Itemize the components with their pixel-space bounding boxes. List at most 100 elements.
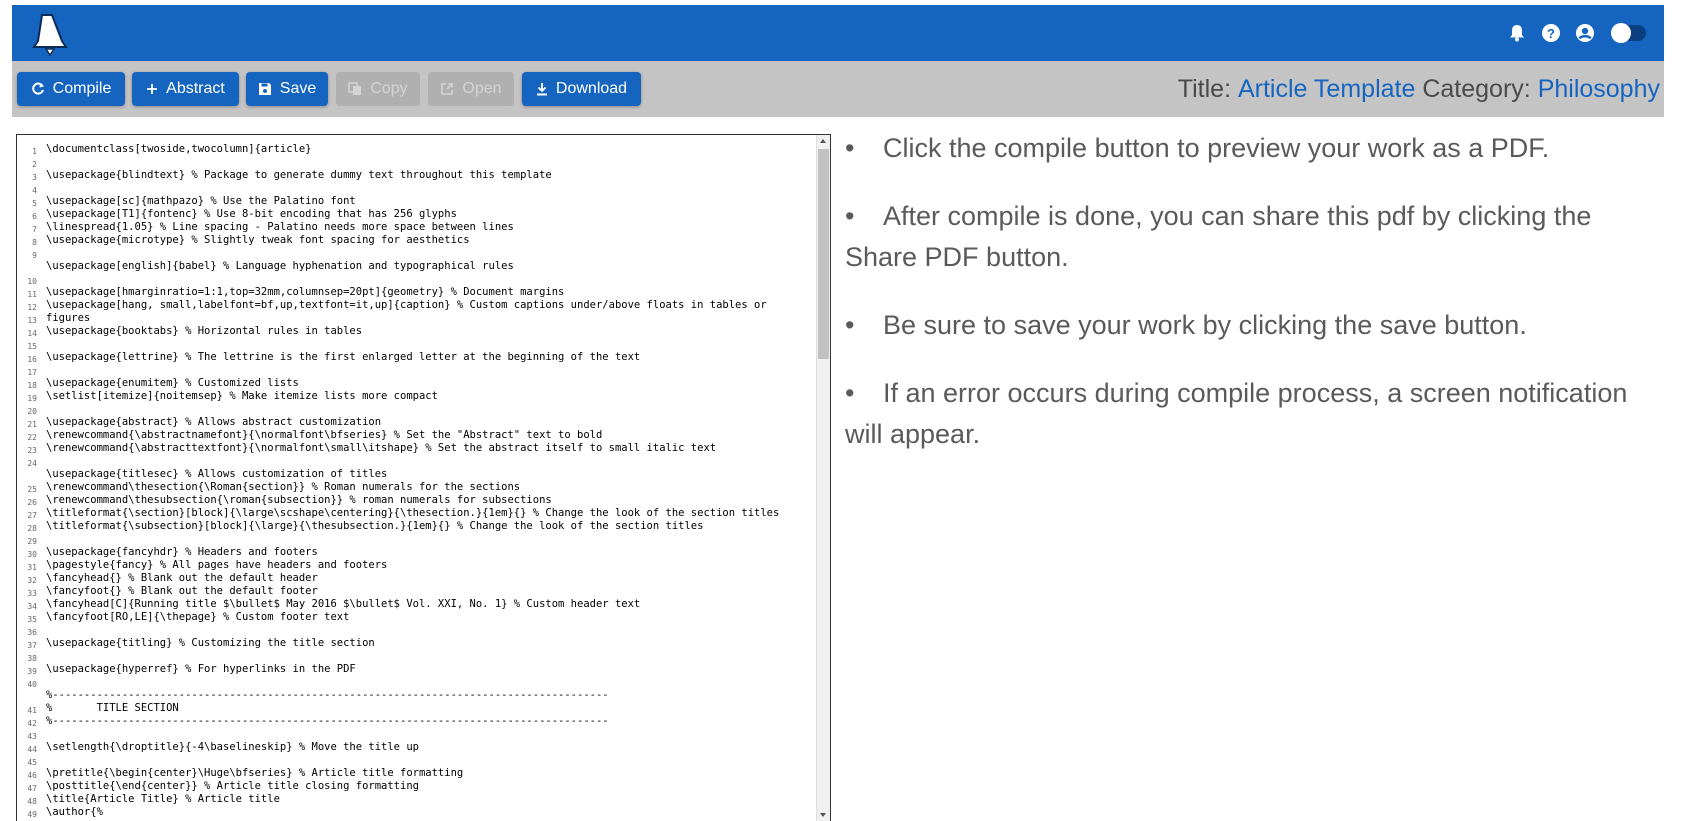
code-lines[interactable]: 1 \documentclass[twoside,twocolumn]{artic… [17,143,816,819]
code-line[interactable]: 26 \renewcommand\thesubsection{\roman{sub… [17,494,816,507]
line-text[interactable]: \usepackage{blindtext} % Package to gene… [46,169,816,182]
code-line[interactable]: \usepackage{titlesec} % Allows customiza… [17,468,816,481]
line-text[interactable]: \usepackage{lettrine} % The lettrine is … [46,351,816,364]
code-line[interactable]: 38 [17,650,816,663]
code-line[interactable]: 6 \usepackage[T1]{fontenc} % Use 8-bit en… [17,208,816,221]
code-line[interactable]: 1 \documentclass[twoside,twocolumn]{artic… [17,143,816,156]
line-text[interactable]: %---------------------------------------… [46,689,816,702]
code-line[interactable]: 7 \linespread{1.05} % Line spacing - Pala… [17,221,816,234]
code-line[interactable]: 4 [17,182,816,195]
line-text[interactable] [46,624,816,637]
code-line[interactable]: 41 % TITLE SECTION [17,702,816,715]
code-line[interactable]: 16 \usepackage{lettrine} % The lettrine i… [17,351,816,364]
code-line[interactable]: 17 [17,364,816,377]
line-text[interactable]: \documentclass[twoside,twocolumn]{articl… [46,143,816,156]
line-text[interactable]: \usepackage{hyperref} % For hyperlinks i… [46,663,816,676]
code-line[interactable]: \usepackage[english]{babel} % Language h… [17,260,816,273]
abstract-button[interactable]: Abstract [132,72,239,106]
code-editor[interactable]: 1 \documentclass[twoside,twocolumn]{artic… [16,134,831,821]
line-text[interactable] [46,273,816,286]
line-text[interactable]: \fancyhead{} % Blank out the default hea… [46,572,816,585]
line-text[interactable] [46,403,816,416]
line-text[interactable]: \author{% [46,806,816,819]
line-text[interactable]: \titleformat{\subsection}[block]{\large}… [46,520,816,533]
line-text[interactable]: \fancyfoot[RO,LE]{\thepage} % Custom foo… [46,611,816,624]
code-line[interactable]: 34 \fancyhead[C]{Running title $\bullet$ … [17,598,816,611]
scroll-thumb[interactable] [818,149,829,359]
line-text[interactable] [46,650,816,663]
download-button[interactable]: Download [522,72,641,106]
bell-logo-icon[interactable] [32,11,68,57]
code-line[interactable]: 33 \fancyfoot{} % Blank out the default f… [17,585,816,598]
line-text[interactable] [46,156,816,169]
line-text[interactable]: \pagestyle{fancy} % All pages have heade… [46,559,816,572]
open-button[interactable]: Open [428,72,514,106]
editor-scrollbar[interactable] [816,135,830,821]
line-text[interactable]: figures [46,312,816,325]
line-text[interactable] [46,455,816,468]
line-text[interactable]: \usepackage{titling} % Customizing the t… [46,637,816,650]
code-line[interactable]: 8 \usepackage{microtype} % Slightly tweak… [17,234,816,247]
compile-button[interactable]: Compile [17,72,125,106]
save-button[interactable]: Save [246,72,328,106]
code-line[interactable]: 9 [17,247,816,260]
code-line[interactable]: 42 %-------------------------------------… [17,715,816,728]
code-line[interactable]: 24 [17,455,816,468]
line-text[interactable]: \usepackage[hmarginratio=1:1,top=32mm,co… [46,286,816,299]
code-line[interactable]: 5 \usepackage[sc]{mathpazo} % Use the Pal… [17,195,816,208]
scroll-up-icon[interactable] [820,139,826,143]
line-text[interactable] [46,338,816,351]
line-text[interactable] [46,364,816,377]
line-text[interactable]: \usepackage{enumitem} % Customized lists [46,377,816,390]
code-line[interactable]: 35 \fancyfoot[RO,LE]{\thepage} % Custom f… [17,611,816,624]
line-text[interactable]: \titleformat{\section}[block]{\large\scs… [46,507,816,520]
code-line[interactable]: 21 \usepackage{abstract} % Allows abstrac… [17,416,816,429]
code-line[interactable]: 15 [17,338,816,351]
line-text[interactable] [46,754,816,767]
code-line[interactable]: 48 \title{Article Title} % Article title [17,793,816,806]
code-line[interactable]: 22 \renewcommand{\abstractnamefont}{\norm… [17,429,816,442]
code-line[interactable]: 36 [17,624,816,637]
line-text[interactable]: \renewcommand{\abstractnamefont}{\normal… [46,429,816,442]
line-text[interactable]: \renewcommand\thesection{\Roman{section}… [46,481,816,494]
line-text[interactable]: \usepackage[sc]{mathpazo} % Use the Pala… [46,195,816,208]
code-line[interactable]: 14 \usepackage{booktabs} % Horizontal rul… [17,325,816,338]
line-text[interactable]: \fancyhead[C]{Running title $\bullet$ Ma… [46,598,816,611]
scroll-down-icon[interactable] [820,813,826,817]
line-text[interactable] [46,676,816,689]
code-line[interactable]: 28 \titleformat{\subsection}[block]{\larg… [17,520,816,533]
line-text[interactable]: \usepackage[hang, small,labelfont=bf,up,… [46,299,816,312]
line-text[interactable]: \pretitle{\begin{center}\Huge\bfseries} … [46,767,816,780]
account-icon[interactable] [1574,22,1596,44]
code-line[interactable]: 27 \titleformat{\section}[block]{\large\s… [17,507,816,520]
code-line[interactable]: 19 \setlist[itemize]{noitemsep} % Make it… [17,390,816,403]
line-text[interactable] [46,247,816,260]
code-line[interactable]: 39 \usepackage{hyperref} % For hyperlinks… [17,663,816,676]
help-icon[interactable]: ? [1540,22,1562,44]
line-text[interactable]: % TITLE SECTION [46,702,816,715]
line-text[interactable] [46,182,816,195]
line-text[interactable]: \renewcommand\thesubsection{\roman{subse… [46,494,816,507]
code-line[interactable]: 18 \usepackage{enumitem} % Customized lis… [17,377,816,390]
code-line[interactable]: 31 \pagestyle{fancy} % All pages have hea… [17,559,816,572]
line-text[interactable]: \linespread{1.05} % Line spacing - Palat… [46,221,816,234]
code-line[interactable]: 44 \setlength{\droptitle}{-4\baselineskip… [17,741,816,754]
code-line[interactable]: 37 \usepackage{titling} % Customizing the… [17,637,816,650]
bell-icon[interactable] [1506,22,1528,44]
line-text[interactable]: \setlength{\droptitle}{-4\baselineskip} … [46,741,816,754]
toggle-icon[interactable] [1611,23,1646,43]
line-text[interactable]: \title{Article Title} % Article title [46,793,816,806]
code-line[interactable]: 49 \author{% [17,806,816,819]
line-text[interactable]: \usepackage{titlesec} % Allows customiza… [46,468,816,481]
line-text[interactable]: \usepackage{fancyhdr} % Headers and foot… [46,546,816,559]
code-line[interactable]: 20 [17,403,816,416]
code-line[interactable]: 2 [17,156,816,169]
line-text[interactable]: \usepackage{microtype} % Slightly tweak … [46,234,816,247]
code-line[interactable]: 47 \posttitle{\end{center}} % Article tit… [17,780,816,793]
code-line[interactable]: 30 \usepackage{fancyhdr} % Headers and fo… [17,546,816,559]
line-text[interactable]: \setlist[itemize]{noitemsep} % Make item… [46,390,816,403]
code-line[interactable]: %---------------------------------------… [17,689,816,702]
line-text[interactable] [46,728,816,741]
code-line[interactable]: 43 [17,728,816,741]
code-line[interactable]: 12 \usepackage[hang, small,labelfont=bf,u… [17,299,816,312]
